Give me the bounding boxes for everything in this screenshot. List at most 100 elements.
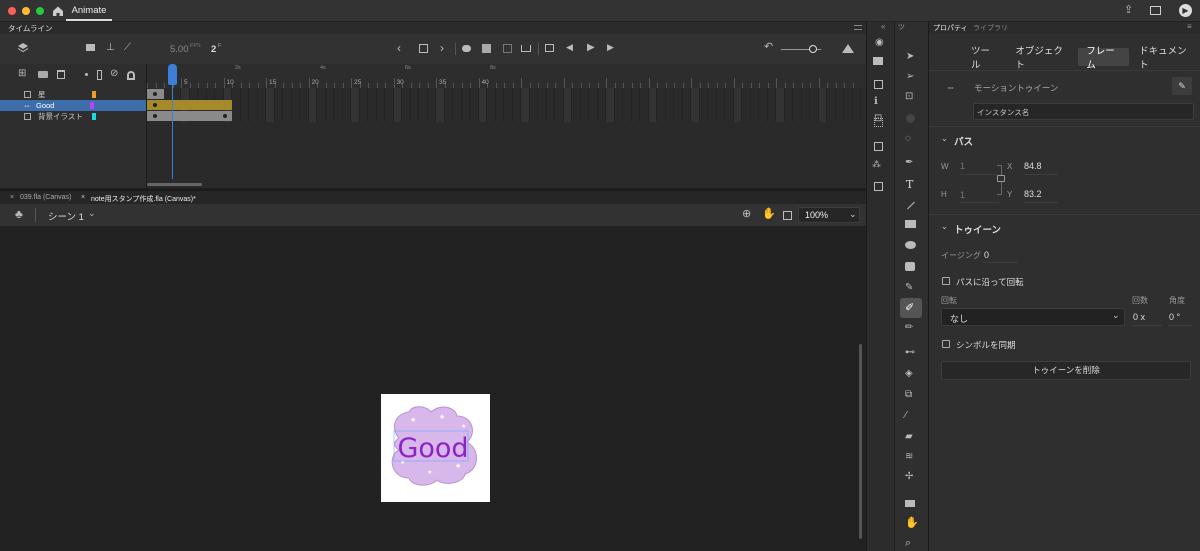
- frame-cell[interactable]: [504, 88, 513, 122]
- frame-cell[interactable]: [351, 88, 360, 122]
- panel-menu-icon[interactable]: ≡: [1187, 22, 1192, 31]
- frame-ruler[interactable]: 5 10 15 20 25 30 35 40 2s 4s 6s 8s: [147, 64, 866, 88]
- frame-cell[interactable]: [445, 88, 453, 122]
- text-tool-icon[interactable]: T: [906, 178, 913, 191]
- components-icon[interactable]: [874, 142, 883, 151]
- frame-cell[interactable]: [648, 88, 657, 122]
- trash-icon[interactable]: [57, 70, 65, 79]
- selection-tool-icon[interactable]: ➤: [906, 52, 914, 62]
- zoom-dropdown[interactable]: 100% ⌄: [798, 207, 860, 223]
- frame-cell[interactable]: [393, 88, 402, 122]
- frame-cell[interactable]: [623, 88, 632, 122]
- frame-cell[interactable]: [581, 88, 589, 122]
- layer-row-selected[interactable]: ⇔ Good: [0, 100, 146, 111]
- panel-menu-icon[interactable]: [854, 25, 862, 30]
- frame-cell[interactable]: [572, 88, 581, 122]
- close-icon[interactable]: ×: [81, 194, 85, 201]
- share-icon[interactable]: ⇪: [1124, 5, 1133, 16]
- polystar-tool-icon[interactable]: [905, 262, 915, 271]
- frame-cell[interactable]: [827, 88, 836, 122]
- lock-icon[interactable]: [127, 71, 135, 80]
- camera-tool-icon[interactable]: [905, 500, 915, 507]
- orient-to-path-checkbox[interactable]: [942, 277, 950, 285]
- frames-area[interactable]: 5 10 15 20 25 30 35 40 2s 4s 6s 8s: [147, 64, 866, 188]
- frame-cell[interactable]: [674, 88, 683, 122]
- frame-cell[interactable]: [249, 88, 258, 122]
- collapse-icon[interactable]: «: [881, 22, 885, 31]
- center-frame-icon[interactable]: [521, 45, 531, 52]
- delete-tween-button[interactable]: トゥイーンを削除: [941, 361, 1191, 380]
- frame-cell[interactable]: [292, 88, 300, 122]
- hand-tool-icon[interactable]: ✋: [905, 518, 919, 529]
- frame-cell[interactable]: [733, 88, 742, 122]
- y-value[interactable]: 83.2: [1024, 189, 1042, 199]
- sync-symbol-checkbox[interactable]: [942, 340, 950, 348]
- edit-icon[interactable]: ✎: [1172, 77, 1192, 95]
- w-value[interactable]: 1: [960, 161, 965, 171]
- play-icon[interactable]: ▶: [587, 43, 595, 53]
- 3d-rotation-icon[interactable]: [906, 114, 915, 123]
- frame-cell[interactable]: [334, 88, 343, 122]
- test-movie-icon[interactable]: ▶: [1179, 4, 1192, 17]
- frame-cell[interactable]: [555, 88, 564, 122]
- frame-cell[interactable]: [853, 88, 861, 122]
- new-layer-icon[interactable]: ⊞: [18, 69, 26, 79]
- sync-symbol-label[interactable]: シンボルを同期: [956, 339, 1016, 351]
- frame-cell[interactable]: [776, 88, 785, 122]
- frame-cell[interactable]: [478, 88, 487, 122]
- layer-color[interactable]: [92, 113, 96, 120]
- zoom-tool-icon[interactable]: ⌕: [905, 538, 911, 549]
- eyedropper-icon[interactable]: ⁄: [905, 411, 907, 421]
- tools-tab-icon[interactable]: ツ: [898, 22, 905, 32]
- info-icon[interactable]: ◉: [875, 38, 884, 48]
- camera-icon[interactable]: [86, 44, 95, 51]
- timeline-panel-title[interactable]: タイムライン: [8, 23, 52, 34]
- oval-tool-icon[interactable]: [905, 241, 916, 249]
- instance-name-input[interactable]: インスタンス名: [973, 103, 1194, 120]
- frame-cell[interactable]: [419, 88, 428, 122]
- club-icon[interactable]: ♣: [15, 208, 23, 220]
- frame-cell[interactable]: [742, 88, 751, 122]
- doc-tab-active[interactable]: note用スタンプ作成.fla (Canvas)*: [91, 194, 196, 204]
- swatches-icon[interactable]: [874, 118, 883, 127]
- subselection-tool-icon[interactable]: ➢: [906, 72, 914, 82]
- clip-content-icon[interactable]: [783, 211, 792, 220]
- chevron-down-icon[interactable]: ⌄: [941, 222, 948, 231]
- frame-cell[interactable]: [793, 88, 802, 122]
- frame-cell[interactable]: [496, 88, 504, 122]
- frame-cell[interactable]: [232, 88, 241, 122]
- layer-row[interactable]: 星: [0, 89, 146, 100]
- align-icon[interactable]: [874, 80, 883, 89]
- frame-cell[interactable]: [666, 88, 674, 122]
- frame-cell[interactable]: [453, 88, 462, 122]
- app-title[interactable]: Animate: [66, 1, 112, 21]
- good-text[interactable]: Good: [397, 433, 468, 464]
- mountains-icon[interactable]: [842, 44, 854, 53]
- frame-cell[interactable]: [308, 88, 317, 122]
- frame-cell[interactable]: [377, 88, 385, 122]
- ink-bottle-icon[interactable]: ⧉: [905, 390, 912, 400]
- frame-cell[interactable]: [810, 88, 819, 122]
- tab-tools[interactable]: ツール: [963, 46, 1005, 71]
- frame-cell[interactable]: [725, 88, 734, 122]
- outline-icon[interactable]: [97, 70, 102, 80]
- onion-outline-icon[interactable]: [503, 44, 512, 53]
- frame-cell[interactable]: [428, 88, 436, 122]
- motion-tween-span[interactable]: [147, 100, 232, 110]
- frame-cell[interactable]: [470, 88, 479, 122]
- workspace-icon[interactable]: [1150, 6, 1161, 15]
- frame-cell[interactable]: [436, 88, 445, 122]
- doc-tab[interactable]: 039.fla (Canvas): [20, 194, 71, 201]
- loop-icon[interactable]: [545, 44, 554, 52]
- line-tool-icon[interactable]: [907, 201, 915, 210]
- parenting-icon[interactable]: ⊥: [106, 43, 115, 53]
- layer-row[interactable]: 背景イラスト: [0, 111, 146, 122]
- library-icon[interactable]: [873, 57, 883, 65]
- step-back-icon[interactable]: ◀: [566, 43, 573, 52]
- layers-icon[interactable]: [17, 42, 29, 56]
- width-tool-icon[interactable]: ≋: [905, 452, 913, 462]
- frame-cell[interactable]: [411, 88, 419, 122]
- frame-cell[interactable]: [717, 88, 725, 122]
- visibility-icon[interactable]: ⊘: [110, 69, 118, 79]
- frame-cell[interactable]: [844, 88, 853, 122]
